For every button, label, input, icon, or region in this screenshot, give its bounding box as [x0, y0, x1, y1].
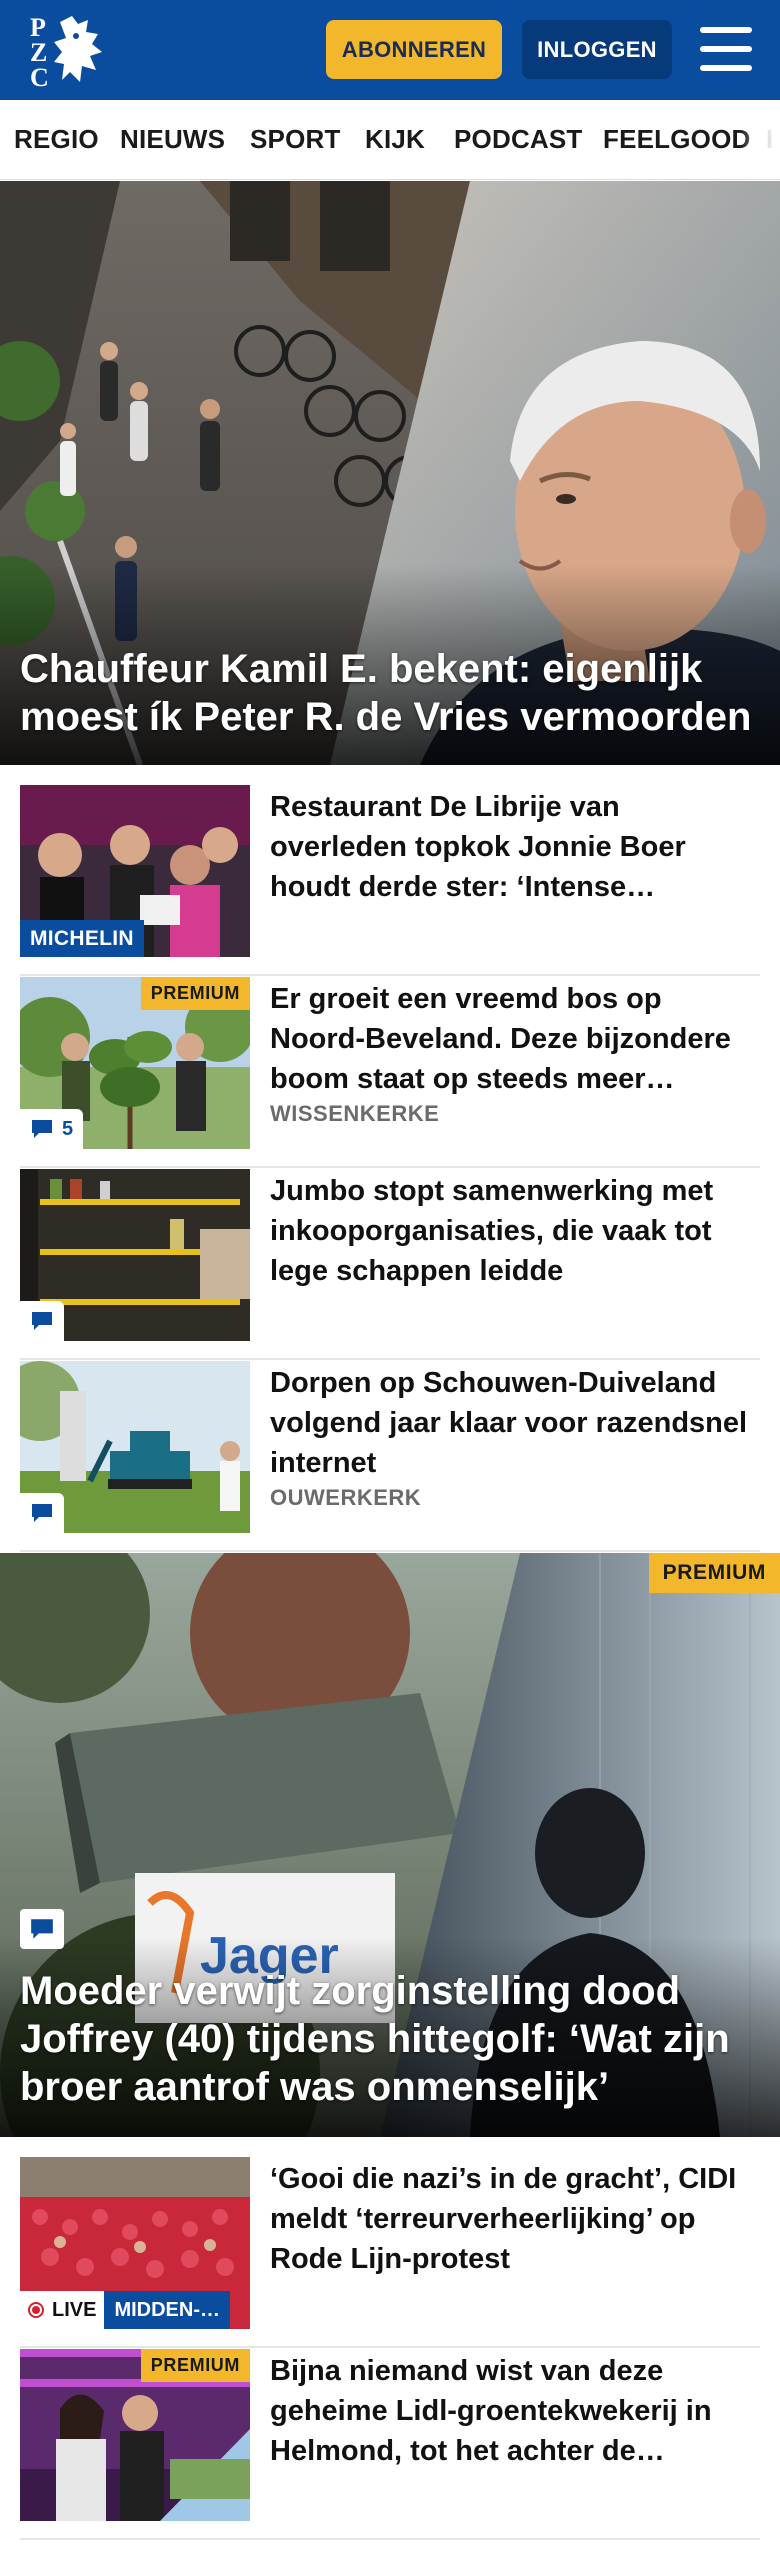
article-title[interactable]: Er groeit een vreemd bos op Noord-Bevela… — [270, 979, 760, 1099]
top-bar: P Z C ABONNEREN INLOGGEN — [0, 0, 780, 100]
article-title[interactable]: Bijna niemand wist van deze geheime Lidl… — [270, 2351, 760, 2471]
hero-article-2[interactable]: Jager PREMIUM Moeder verwijt zorginstell… — [0, 1553, 780, 2137]
article-thumbnail: LIVE MIDDEN-… — [20, 2157, 250, 2329]
comments-link[interactable]: 5 — [20, 1109, 84, 1149]
list-item[interactable]: PREMIUM Bijna niemand wist van deze gehe… — [20, 2349, 760, 2540]
hero-headline-2[interactable]: Moeder verwijt zorginstelling dood Joffr… — [20, 1967, 760, 2111]
nav-item-regio[interactable]: REGIO — [14, 124, 99, 155]
article-title[interactable]: Jumbo stopt samenwerking met inkooporgan… — [270, 1171, 760, 1291]
hamburger-icon[interactable] — [700, 27, 752, 71]
hero-article[interactable]: Chauffeur Kamil E. bekent: eigenlijk moe… — [0, 181, 780, 765]
list-item[interactable]: Dorpen op Schouwen-Duiveland volgend jaa… — [20, 1361, 760, 1552]
nav-item-podcast[interactable]: PODCAST — [454, 124, 583, 155]
nav-item-sport[interactable]: SPORT — [250, 124, 341, 155]
article-location: WISSENKERKE — [270, 1101, 440, 1126]
live-dot-icon — [28, 2302, 44, 2318]
live-badge[interactable]: LIVE MIDDEN-… — [20, 2291, 230, 2329]
article-thumbnail: PREMIUM — [20, 2349, 250, 2521]
premium-badge: PREMIUM — [648, 1553, 780, 1593]
live-label: LIVE — [52, 2298, 97, 2321]
login-button[interactable]: INLOGGEN — [522, 20, 672, 79]
premium-badge: PREMIUM — [140, 2349, 250, 2382]
nav-fade — [740, 100, 780, 179]
comments-link[interactable] — [20, 1493, 64, 1533]
nav-item-kijk[interactable]: KIJK — [365, 124, 425, 155]
pzc-logo[interactable]: P Z C — [26, 12, 116, 92]
svg-text:C: C — [30, 63, 49, 88]
comment-count: 5 — [62, 1117, 74, 1140]
article-title[interactable]: ‘Gooi die nazi’s in de gracht’, CIDI mel… — [270, 2159, 760, 2279]
list-item[interactable]: PREMIUM 5 Er groeit een vreemd bos op No… — [20, 977, 760, 1168]
nav-item-nieuws[interactable]: NIEUWS — [120, 124, 225, 155]
list-item[interactable]: LIVE MIDDEN-… ‘Gooi die nazi’s in de gra… — [20, 2157, 760, 2348]
region-tag[interactable]: MIDDEN-… — [104, 2291, 230, 2329]
comments-link[interactable] — [20, 1301, 64, 1341]
subscribe-button[interactable]: ABONNEREN — [326, 20, 502, 79]
nav-item-feelgood[interactable]: FEELGOOD — [603, 124, 751, 155]
article-thumbnail: PREMIUM 5 — [20, 977, 250, 1149]
list-item[interactable]: MICHELIN Restaurant De Librije van overl… — [20, 785, 760, 976]
list-item[interactable]: Jumbo stopt samenwerking met inkooporgan… — [20, 1169, 760, 1360]
hero-headline[interactable]: Chauffeur Kamil E. bekent: eigenlijk moe… — [20, 645, 760, 741]
comment-icon — [32, 1504, 52, 1522]
comment-icon — [32, 1312, 52, 1330]
article-title[interactable]: Dorpen op Schouwen-Duiveland volgend jaa… — [270, 1363, 760, 1483]
article-location: OUWERKERK — [270, 1485, 422, 1510]
comment-icon — [31, 1919, 53, 1939]
article-thumbnail — [20, 1361, 250, 1533]
comments-link[interactable] — [20, 1909, 64, 1949]
premium-badge: PREMIUM — [140, 977, 250, 1010]
article-title[interactable]: Restaurant De Librije van overleden topk… — [270, 787, 760, 907]
category-tag[interactable]: MICHELIN — [20, 920, 144, 957]
comment-icon — [32, 1120, 52, 1138]
section-nav: REGIO NIEUWS SPORT KIJK PODCAST FEELGOOD… — [0, 100, 780, 180]
article-thumbnail: MICHELIN — [20, 785, 250, 957]
article-thumbnail — [20, 1169, 250, 1341]
